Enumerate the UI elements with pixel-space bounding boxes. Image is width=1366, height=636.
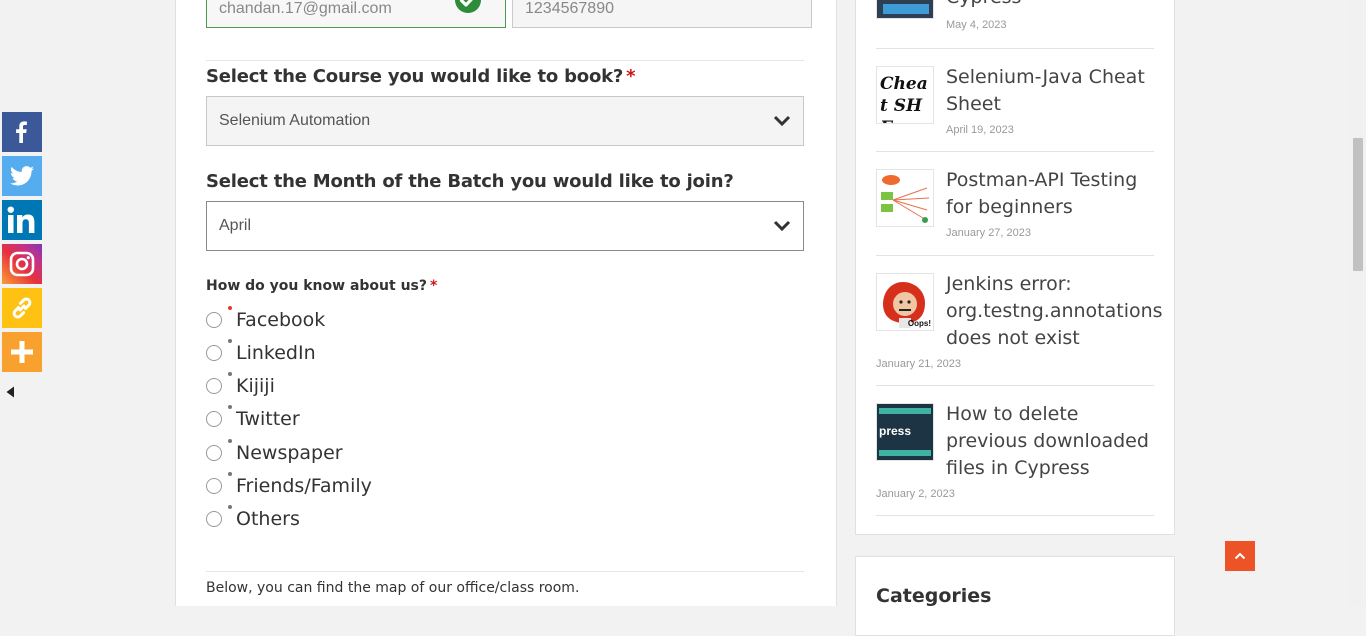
- chevron-down-icon: [773, 220, 791, 232]
- map-intro-text: Below, you can find the map of our offic…: [206, 580, 580, 596]
- valid-check-icon: [455, 0, 481, 13]
- section-divider: [206, 60, 804, 61]
- copy-link-button[interactable]: [2, 288, 42, 328]
- hide-share-bar-icon[interactable]: [3, 385, 15, 399]
- phone-value: 1234567890: [525, 0, 614, 17]
- radio-kijiji[interactable]: Kijiji: [206, 372, 275, 398]
- categories-widget: Categories: [855, 556, 1175, 636]
- thumbnail-graphic: [883, 4, 929, 14]
- thumbnail-graphic: [879, 450, 931, 456]
- post-thumbnail[interactable]: Oops!: [876, 273, 934, 331]
- radio-marker: [228, 505, 232, 509]
- scrollbar-thumb[interactable]: [1353, 138, 1363, 271]
- back-to-top-button[interactable]: [1225, 541, 1255, 571]
- thumbnail-text: Oops!: [907, 319, 931, 328]
- required-marker: *: [626, 66, 636, 87]
- radio-button[interactable]: [206, 445, 222, 461]
- linkedin-icon: [7, 206, 35, 233]
- radio-label: Newspaper: [236, 442, 343, 464]
- radio-button[interactable]: [206, 345, 222, 361]
- email-value: chandan.17@gmail.com: [219, 0, 392, 17]
- post-divider: [876, 255, 1154, 256]
- link-icon: [12, 297, 32, 319]
- post-divider: [876, 515, 1154, 516]
- section-divider: [206, 571, 804, 572]
- radio-button[interactable]: [206, 478, 222, 494]
- radio-others[interactable]: Others: [206, 505, 300, 531]
- booking-form-card: chandan.17@gmail.com 1234567890 Select t…: [175, 0, 837, 606]
- radio-button[interactable]: [206, 511, 222, 527]
- more-share-button[interactable]: [2, 332, 42, 372]
- radio-label: Kijiji: [236, 375, 275, 397]
- radio-label: Others: [236, 508, 300, 530]
- plus-icon: [11, 341, 33, 363]
- email-field[interactable]: chandan.17@gmail.com: [206, 0, 506, 28]
- radio-marker: [228, 306, 232, 310]
- required-marker: *: [430, 278, 438, 294]
- post-thumbnail[interactable]: Cheat SHE: [876, 66, 934, 124]
- thumbnail-text: Cheat SHE: [880, 74, 928, 123]
- facebook-icon: [16, 121, 27, 143]
- post-divider: [876, 48, 1154, 49]
- radio-label: Friends/Family: [236, 475, 372, 497]
- radio-button[interactable]: [206, 312, 222, 328]
- radio-newspaper[interactable]: Newspaper: [206, 439, 343, 465]
- twitter-share-button[interactable]: [2, 156, 42, 196]
- chevron-up-icon: [1234, 552, 1246, 560]
- post-date: April 19, 2023: [946, 124, 1014, 136]
- post-title[interactable]: Jenkins error: org.testng.annotations do…: [946, 271, 1163, 352]
- radio-friends-family[interactable]: Friends/Family: [206, 472, 372, 498]
- post-divider: [876, 151, 1154, 152]
- recent-posts-widget: Cypress May 4, 2023 Cheat SHE Selenium-J…: [855, 0, 1175, 535]
- thumbnail-graphic: [879, 408, 931, 414]
- course-selected-value: Selenium Automation: [219, 112, 371, 129]
- radio-linkedin[interactable]: LinkedIn: [206, 339, 316, 365]
- radio-twitter[interactable]: Twitter: [206, 405, 300, 431]
- post-thumbnail[interactable]: [876, 0, 934, 19]
- post-date: May 4, 2023: [946, 19, 1007, 31]
- course-select[interactable]: Selenium Automation: [206, 96, 804, 146]
- post-title[interactable]: Selenium-Java Cheat Sheet: [946, 64, 1156, 118]
- radio-label: LinkedIn: [236, 342, 316, 364]
- page-scrollbar[interactable]: [1349, 0, 1366, 606]
- batch-month-label: Select the Month of the Batch you would …: [206, 171, 734, 192]
- thumbnail-text: press: [879, 424, 912, 438]
- post-title[interactable]: How to delete previous downloaded files …: [946, 401, 1156, 482]
- post-date: January 2, 2023: [876, 488, 955, 500]
- linkedin-share-button[interactable]: [2, 200, 42, 240]
- radio-button[interactable]: [206, 378, 222, 394]
- radio-marker: [228, 372, 232, 376]
- radio-marker: [228, 405, 232, 409]
- month-selected-value: April: [219, 217, 252, 234]
- post-divider: [876, 385, 1154, 386]
- post-date: January 21, 2023: [876, 358, 962, 370]
- post-thumbnail[interactable]: press: [876, 403, 934, 461]
- course-label: Select the Course you would like to book…: [206, 66, 636, 87]
- chevron-down-icon: [773, 115, 791, 127]
- radio-marker: [228, 439, 232, 443]
- postman-diagram-icon: [881, 175, 930, 223]
- radio-marker: [228, 472, 232, 476]
- post-date: January 27, 2023: [946, 227, 1032, 239]
- radio-button[interactable]: [206, 411, 222, 427]
- source-label: How do you know about us? *: [206, 278, 438, 294]
- radio-facebook[interactable]: Facebook: [206, 306, 326, 332]
- post-title[interactable]: Cypress: [946, 0, 1156, 11]
- facebook-share-button[interactable]: [2, 112, 42, 152]
- radio-marker: [228, 339, 232, 343]
- categories-heading: Categories: [876, 585, 992, 607]
- instagram-icon: [9, 251, 35, 277]
- radio-label: Twitter: [236, 408, 300, 430]
- radio-label: Facebook: [236, 309, 326, 331]
- post-title[interactable]: Postman-API Testing for beginners: [946, 167, 1156, 221]
- social-share-bar: [2, 112, 42, 376]
- post-thumbnail[interactable]: [876, 169, 934, 227]
- twitter-icon: [10, 166, 34, 186]
- instagram-share-button[interactable]: [2, 244, 42, 284]
- phone-field[interactable]: 1234567890: [512, 0, 812, 28]
- batch-month-select[interactable]: April: [206, 201, 804, 251]
